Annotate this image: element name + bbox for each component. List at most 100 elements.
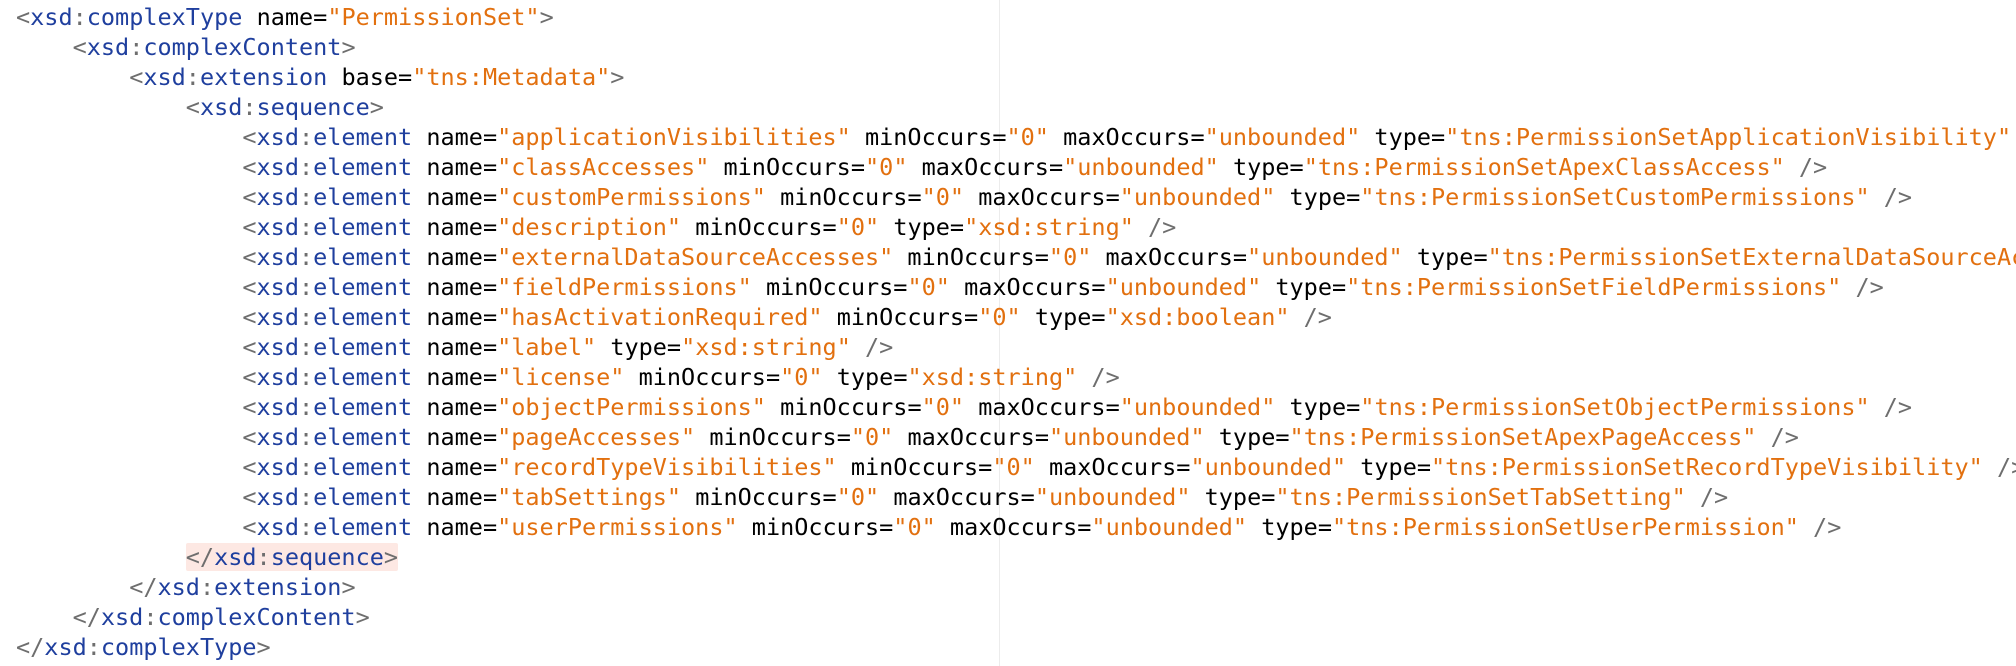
code-editor[interactable]: <xsd:complexType name="PermissionSet"> <… bbox=[0, 0, 2016, 666]
code-line[interactable]: <xsd:element name="classAccesses" minOcc… bbox=[16, 152, 2016, 182]
tag-name: element bbox=[313, 513, 413, 541]
equals-sign: = bbox=[1105, 183, 1120, 211]
attribute-value: tns:PermissionSetFieldPermissions bbox=[1360, 273, 1828, 301]
code-line[interactable]: <xsd:element name="customPermissions" mi… bbox=[16, 182, 2016, 212]
code-line[interactable]: <xsd:complexContent> bbox=[16, 32, 2016, 62]
attribute-name: minOccurs bbox=[780, 393, 908, 421]
namespace-colon: : bbox=[298, 303, 314, 331]
tag-namespace: xsd bbox=[256, 213, 299, 241]
code-line[interactable]: <xsd:element name="userPermissions" minO… bbox=[16, 512, 2016, 542]
code-line[interactable]: <xsd:complexType name="PermissionSet"> bbox=[16, 2, 2016, 32]
quote: " bbox=[850, 423, 865, 451]
attribute-value: unbounded bbox=[1063, 423, 1191, 451]
tag-namespace: xsd bbox=[199, 93, 243, 121]
tag-name: element bbox=[313, 153, 413, 181]
attribute-name: name bbox=[426, 123, 483, 151]
quote: " bbox=[497, 333, 512, 361]
equals-sign: = bbox=[964, 303, 979, 331]
attribute-name: type bbox=[1261, 513, 1318, 541]
attribute-value: tns:PermissionSetApexPageAccess bbox=[1303, 423, 1743, 451]
tag-namespace: xsd bbox=[256, 513, 299, 541]
quote: " bbox=[907, 363, 922, 391]
attribute-name: maxOccurs bbox=[964, 273, 1092, 301]
quote: " bbox=[327, 3, 342, 31]
code-line[interactable]: <xsd:element name="pageAccesses" minOccu… bbox=[16, 422, 2016, 452]
code-line[interactable]: </xsd:complexType> bbox=[16, 632, 2016, 662]
code-line[interactable]: <xsd:extension base="tns:Metadata"> bbox=[16, 62, 2016, 92]
code-line[interactable]: <xsd:element name="label" type="xsd:stri… bbox=[16, 332, 2016, 362]
quote: " bbox=[935, 273, 950, 301]
quote: " bbox=[1105, 273, 1120, 301]
code-line[interactable]: <xsd:element name="objectPermissions" mi… bbox=[16, 392, 2016, 422]
code-line[interactable]: </xsd:extension> bbox=[16, 572, 2016, 602]
quote: " bbox=[1247, 273, 1262, 301]
attribute-name: minOccurs bbox=[751, 513, 880, 541]
code-line[interactable]: </xsd:sequence> bbox=[16, 542, 2016, 572]
equals-sign: = bbox=[1048, 153, 1064, 181]
attribute-name: name bbox=[426, 423, 483, 451]
namespace-colon: : bbox=[298, 453, 314, 481]
tag-name: complexType bbox=[100, 633, 257, 661]
attribute-value: 0 bbox=[1063, 243, 1078, 271]
quote: " bbox=[1048, 243, 1064, 271]
tag-name: complexContent bbox=[143, 33, 342, 61]
code-line[interactable]: <xsd:element name="recordTypeVisibilitie… bbox=[16, 452, 2016, 482]
code-line[interactable]: <xsd:element name="externalDataSourceAcc… bbox=[16, 242, 2016, 272]
code-line[interactable]: </xsd:complexContent> bbox=[16, 602, 2016, 632]
tag-open-bracket: < bbox=[242, 183, 257, 211]
attribute-name: minOccurs bbox=[723, 153, 851, 181]
namespace-colon: : bbox=[298, 183, 314, 211]
quote: " bbox=[723, 513, 738, 541]
attribute-value: 0 bbox=[907, 513, 922, 541]
attribute-name: name bbox=[426, 363, 483, 391]
equals-sign: = bbox=[1034, 243, 1049, 271]
attribute-value: tns:PermissionSetTabSetting bbox=[1289, 483, 1672, 511]
attribute-value: 0 bbox=[865, 423, 880, 451]
attribute-value: tns:PermissionSetExternalDataSourceAcces… bbox=[1501, 243, 2016, 271]
xml-source-code[interactable]: <xsd:complexType name="PermissionSet"> <… bbox=[16, 2, 2016, 662]
equals-sign: = bbox=[1416, 453, 1432, 481]
attribute-name: type bbox=[1232, 153, 1290, 181]
equals-sign: = bbox=[893, 273, 908, 301]
code-line[interactable]: <xsd:element name="description" minOccur… bbox=[16, 212, 2016, 242]
quote: " bbox=[596, 63, 611, 91]
quote: " bbox=[666, 213, 682, 241]
quote: " bbox=[497, 423, 512, 451]
quote: " bbox=[1232, 513, 1248, 541]
namespace-colon: : bbox=[242, 93, 257, 121]
tag-namespace: xsd bbox=[256, 273, 299, 301]
code-line[interactable]: <xsd:element name="fieldPermissions" min… bbox=[16, 272, 2016, 302]
attribute-name: maxOccurs bbox=[921, 153, 1049, 181]
code-line[interactable]: <xsd:element name="hasActivationRequired… bbox=[16, 302, 2016, 332]
quote: " bbox=[1034, 123, 1049, 151]
attribute-name: maxOccurs bbox=[1105, 243, 1233, 271]
code-line[interactable]: <xsd:sequence> bbox=[16, 92, 2016, 122]
equals-sign: = bbox=[313, 3, 328, 31]
tag-name: sequence bbox=[256, 93, 370, 121]
namespace-colon: : bbox=[298, 273, 314, 301]
equals-sign: = bbox=[482, 303, 498, 331]
namespace-colon: : bbox=[199, 573, 215, 601]
code-line[interactable]: <xsd:element name="tabSettings" minOccur… bbox=[16, 482, 2016, 512]
code-line[interactable]: <xsd:element name="license" minOccurs="0… bbox=[16, 362, 2016, 392]
attribute-name: type bbox=[1416, 243, 1474, 271]
quote: " bbox=[582, 333, 597, 361]
attribute-value: 0 bbox=[850, 213, 866, 241]
attribute-name: name bbox=[426, 273, 483, 301]
matched-tag-highlight: </xsd:sequence> bbox=[185, 543, 399, 571]
code-line[interactable]: <xsd:element name="applicationVisibiliti… bbox=[16, 122, 2016, 152]
quote: " bbox=[1360, 183, 1375, 211]
tag-open-bracket: < bbox=[16, 3, 31, 31]
attribute-name: name bbox=[426, 213, 483, 241]
quote: " bbox=[497, 213, 512, 241]
attribute-value: description bbox=[511, 213, 667, 241]
equals-sign: = bbox=[836, 423, 851, 451]
